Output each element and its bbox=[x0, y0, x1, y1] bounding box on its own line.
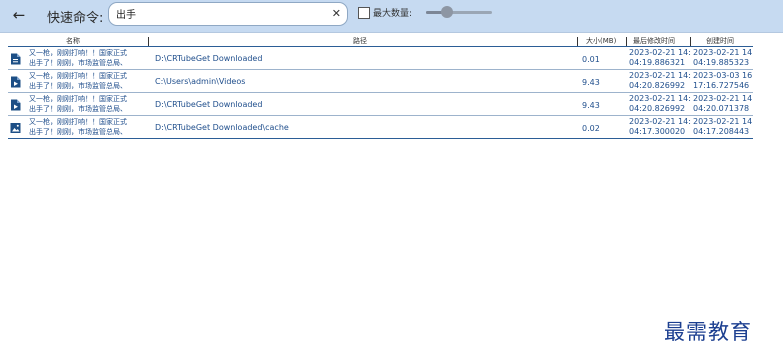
file-size: 0.02 bbox=[582, 124, 600, 133]
table-row[interactable]: 又一枪，刚刚打响！！国家正式 出手了！刚刚，市场监管总局、 D:\CRTubeGe… bbox=[0, 47, 783, 70]
column-header-size[interactable]: 大小(MB) bbox=[586, 37, 616, 46]
column-divider[interactable] bbox=[148, 37, 149, 46]
created-time: 2023-03-03 16 17:16.727546 bbox=[693, 71, 753, 90]
quick-command-search-box: ✕ bbox=[108, 2, 348, 26]
column-header-modified[interactable]: 最后修改时间 bbox=[633, 37, 675, 46]
column-header-path[interactable]: 路径 bbox=[353, 37, 367, 46]
file-path: D:\CRTubeGet Downloaded\cache bbox=[155, 123, 289, 132]
column-divider[interactable] bbox=[626, 37, 627, 46]
column-divider[interactable] bbox=[577, 37, 578, 46]
image-file-icon bbox=[10, 123, 21, 133]
quick-command-input[interactable] bbox=[116, 5, 316, 22]
table-row[interactable]: 又一枪，刚刚打响！！国家正式 出手了！刚刚，市场监管总局、 C:\Users\ad… bbox=[0, 70, 783, 93]
file-path: C:\Users\admin\Videos bbox=[155, 77, 246, 86]
max-count-label: 最大数量: bbox=[373, 9, 413, 19]
clear-search-icon[interactable]: ✕ bbox=[332, 5, 341, 22]
created-time: 2023-02-21 14 04:17.208443 bbox=[693, 117, 753, 136]
quick-command-label: 快速命令: bbox=[47, 11, 104, 26]
modified-time: 2023-02-21 14: 04:17.300020 bbox=[629, 117, 691, 136]
table-header: 名称 路径 大小(MB) 最后修改时间 创建时间 bbox=[0, 37, 783, 46]
file-path: D:\CRTubeGet Downloaded bbox=[155, 100, 263, 109]
modified-time: 2023-02-21 14: 04:20.826992 bbox=[629, 94, 691, 113]
video-file-icon bbox=[11, 99, 21, 111]
file-size: 9.43 bbox=[582, 78, 600, 87]
back-arrow-icon[interactable]: ← bbox=[10, 6, 28, 24]
file-name: 又一枪，刚刚打响！！国家正式 出手了！刚刚，市场监管总局、 bbox=[29, 72, 127, 90]
row-divider bbox=[8, 138, 753, 139]
column-header-name[interactable]: 名称 bbox=[66, 37, 80, 46]
modified-time: 2023-02-21 14: 04:20.826992 bbox=[629, 71, 691, 90]
table-row[interactable]: 又一枪，刚刚打响！！国家正式 出手了！刚刚，市场监管总局、 D:\CRTubeGe… bbox=[0, 93, 783, 116]
video-file-icon bbox=[11, 76, 21, 88]
file-size: 0.01 bbox=[582, 55, 600, 64]
column-divider[interactable] bbox=[690, 37, 691, 46]
file-size: 9.43 bbox=[582, 101, 600, 110]
max-count-slider-thumb[interactable] bbox=[441, 6, 453, 18]
file-name: 又一枪，刚刚打响！！国家正式 出手了！刚刚，市场监管总局、 bbox=[29, 118, 127, 136]
toolbar: ← 快速命令: ✕ 最大数量: bbox=[0, 0, 783, 33]
max-count-checkbox[interactable] bbox=[358, 7, 370, 19]
file-name: 又一枪，刚刚打响！！国家正式 出手了！刚刚，市场监管总局、 bbox=[29, 49, 127, 67]
column-header-created[interactable]: 创建时间 bbox=[706, 37, 734, 46]
document-icon bbox=[11, 53, 21, 65]
file-name: 又一枪，刚刚打响！！国家正式 出手了！刚刚，市场监管总局、 bbox=[29, 95, 127, 113]
table-row[interactable]: 又一枪，刚刚打响！！国家正式 出手了！刚刚，市场监管总局、 D:\CRTubeGe… bbox=[0, 116, 783, 139]
created-time: 2023-02-21 14 04:19.885323 bbox=[693, 48, 753, 67]
modified-time: 2023-02-21 14: 04:19.886321 bbox=[629, 48, 691, 67]
created-time: 2023-02-21 14 04:20.071378 bbox=[693, 94, 753, 113]
watermark-logo: 最需教育 bbox=[664, 320, 752, 344]
file-path: D:\CRTubeGet Downloaded bbox=[155, 54, 263, 63]
